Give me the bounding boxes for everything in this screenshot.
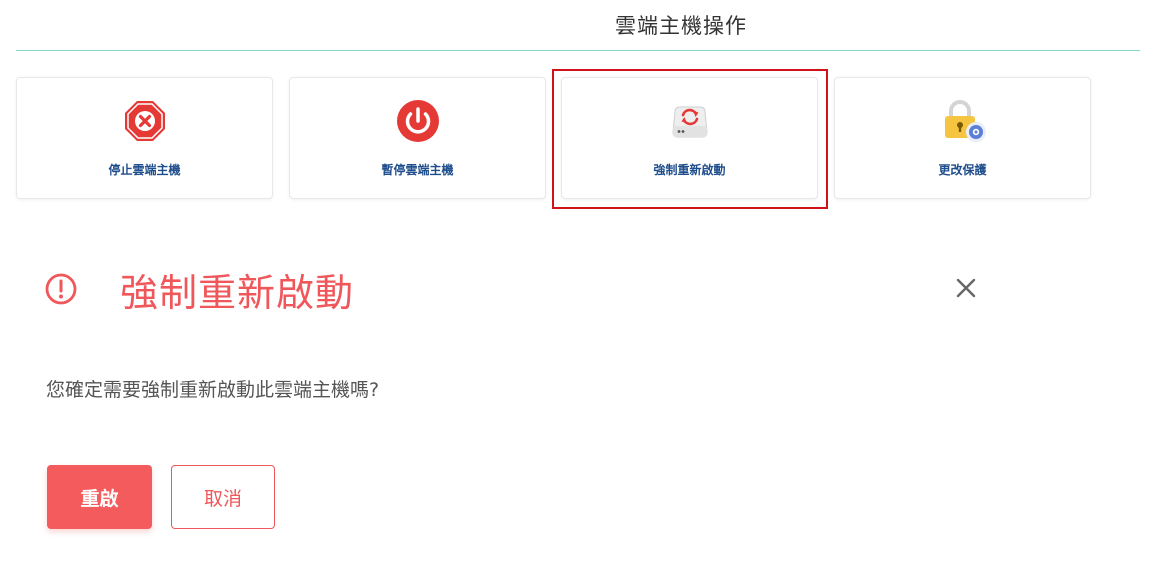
- force-restart-card[interactable]: 強制重新啟動: [561, 77, 818, 199]
- alert-circle-icon: [44, 272, 78, 306]
- close-button[interactable]: [949, 271, 983, 305]
- restart-confirm-button[interactable]: 重啟: [47, 465, 152, 529]
- page: 雲端主機操作 停止雲端主機 暫停雲端主機 強制重新啟動 更改保護 強制重新啟動 …: [0, 0, 1157, 569]
- dialog-message: 您確定需要強制重新啟動此雲端主機嗎?: [46, 379, 380, 401]
- dialog-title: 強制重新啟動: [120, 271, 355, 315]
- change-protection-card[interactable]: 更改保護: [834, 77, 1091, 199]
- stop-server-card[interactable]: 停止雲端主機: [16, 77, 273, 199]
- section-divider: [16, 50, 1140, 51]
- power-icon: [395, 98, 441, 144]
- stop-octagon-icon: [122, 98, 168, 144]
- lock-gear-icon: [940, 98, 986, 144]
- pause-server-card[interactable]: 暫停雲端主機: [289, 77, 546, 199]
- force-restart-label: 強制重新啟動: [653, 163, 726, 177]
- close-icon: [956, 278, 976, 298]
- change-protection-label: 更改保護: [938, 163, 987, 177]
- server-restart-icon: [667, 98, 713, 144]
- stop-server-label: 停止雲端主機: [108, 163, 181, 177]
- cancel-button[interactable]: 取消: [171, 465, 275, 529]
- pause-server-label: 暫停雲端主機: [381, 163, 454, 177]
- section-title: 雲端主機操作: [615, 14, 747, 38]
